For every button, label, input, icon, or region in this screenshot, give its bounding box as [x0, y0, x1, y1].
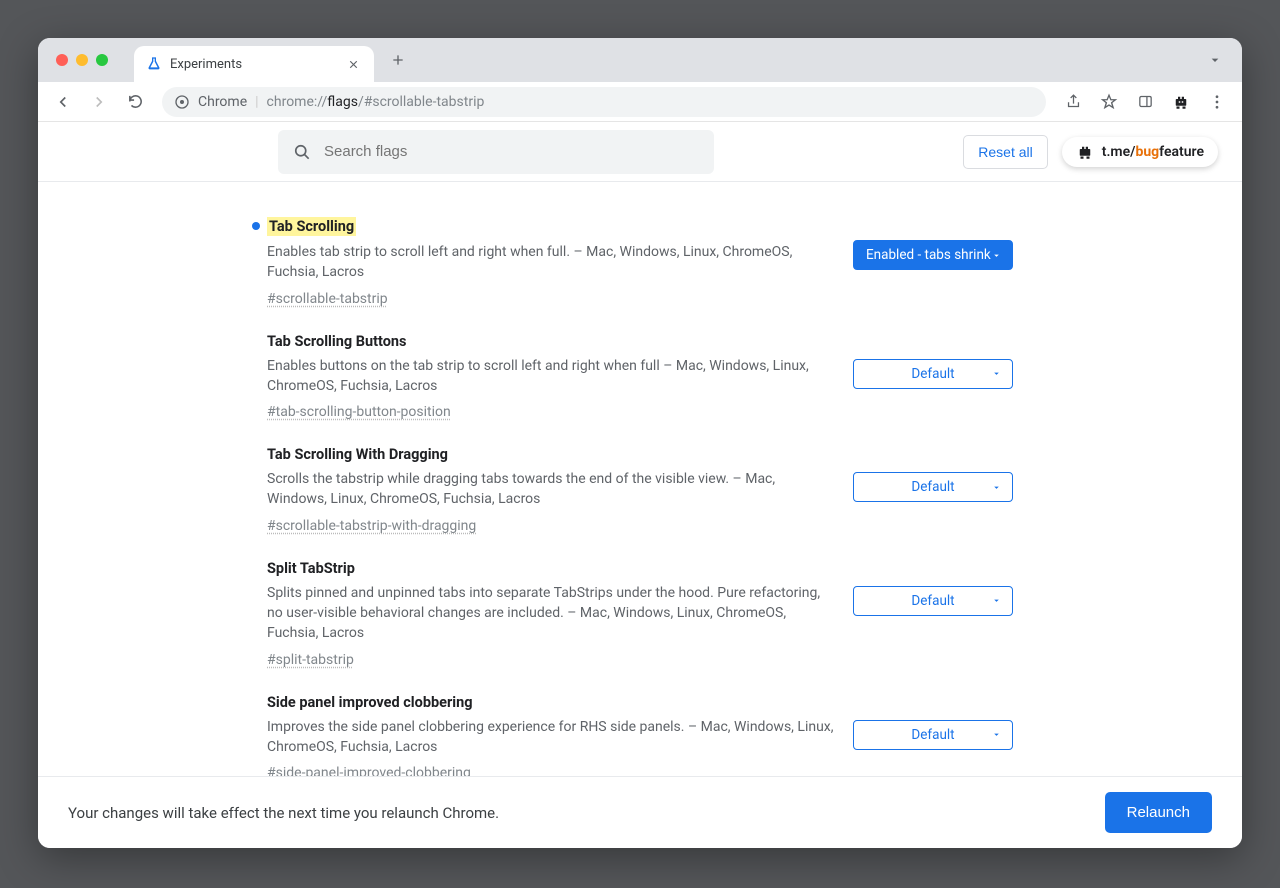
- extension-icon[interactable]: [1166, 87, 1196, 117]
- search-icon: [292, 142, 312, 162]
- flag-select[interactable]: Default: [853, 720, 1013, 750]
- flag-item: Split TabStrip Splits pinned and unpinne…: [267, 546, 1013, 680]
- flag-item: Tab Scrolling Buttons Enables buttons on…: [267, 319, 1013, 433]
- flag-select-value: Enabled - tabs shrink: [866, 247, 991, 263]
- flag-title: Tab Scrolling Buttons: [267, 333, 407, 350]
- flag-item: Side panel improved clobbering Improves …: [267, 680, 1013, 776]
- tab-strip: Experiments: [38, 38, 1242, 82]
- tab-title: Experiments: [170, 57, 344, 72]
- flask-icon: [146, 56, 162, 72]
- chevron-down-icon: [991, 482, 1002, 493]
- flag-description: Improves the side panel clobbering exper…: [267, 717, 837, 758]
- site-info-icon[interactable]: [174, 94, 190, 110]
- tab-list-dropdown[interactable]: [1200, 38, 1230, 82]
- flag-hash-link[interactable]: #scrollable-tabstrip-with-dragging: [267, 518, 476, 534]
- bookmark-icon[interactable]: [1094, 87, 1124, 117]
- flag-select[interactable]: Enabled - tabs shrink: [853, 240, 1013, 270]
- side-panel-icon[interactable]: [1130, 87, 1160, 117]
- relaunch-button[interactable]: Relaunch: [1105, 792, 1212, 833]
- flag-description: Enables buttons on the tab strip to scro…: [267, 356, 837, 397]
- flag-description: Scrolls the tabstrip while dragging tabs…: [267, 469, 837, 510]
- modified-indicator-icon: [252, 222, 260, 230]
- reset-all-button[interactable]: Reset all: [963, 135, 1047, 169]
- close-window-button[interactable]: [56, 54, 68, 66]
- flags-header: Reset all t.me/bugfeature: [38, 122, 1242, 182]
- flag-hash-link[interactable]: #scrollable-tabstrip: [267, 291, 388, 307]
- forward-button[interactable]: [84, 87, 114, 117]
- minimize-window-button[interactable]: [76, 54, 88, 66]
- close-tab-button[interactable]: [344, 55, 362, 73]
- menu-icon[interactable]: [1202, 87, 1232, 117]
- share-icon[interactable]: [1058, 87, 1088, 117]
- browser-window: Experiments Chrome | c: [38, 38, 1242, 848]
- flag-select-value: Default: [911, 727, 954, 743]
- chevron-down-icon: [991, 595, 1002, 606]
- flag-title: Side panel improved clobbering: [267, 694, 473, 711]
- flag-select[interactable]: Default: [853, 472, 1013, 502]
- flag-select[interactable]: Default: [853, 586, 1013, 616]
- address-bar[interactable]: Chrome | chrome://flags/#scrollable-tabs…: [162, 87, 1046, 117]
- toolbar: Chrome | chrome://flags/#scrollable-tabs…: [38, 82, 1242, 122]
- flag-description: Enables tab strip to scroll left and rig…: [267, 242, 837, 283]
- flag-item: Tab Scrolling With Dragging Scrolls the …: [267, 432, 1013, 546]
- flag-select[interactable]: Default: [853, 359, 1013, 389]
- omnibox-scheme-label: Chrome: [198, 94, 247, 110]
- flag-select-value: Default: [911, 366, 954, 382]
- maximize-window-button[interactable]: [96, 54, 108, 66]
- bugfeature-badge[interactable]: t.me/bugfeature: [1062, 137, 1218, 167]
- browser-tab[interactable]: Experiments: [134, 46, 374, 82]
- flag-description: Splits pinned and unpinned tabs into sep…: [267, 583, 837, 644]
- back-button[interactable]: [48, 87, 78, 117]
- flag-title: Split TabStrip: [267, 560, 355, 577]
- chevron-down-icon: [991, 729, 1002, 740]
- flag-title: Tab Scrolling: [267, 217, 356, 236]
- footer-message: Your changes will take effect the next t…: [68, 804, 499, 822]
- page-content: Reset all t.me/bugfeature Tab Scrolling …: [38, 122, 1242, 776]
- flag-select-value: Default: [911, 479, 954, 495]
- flag-title: Tab Scrolling With Dragging: [267, 446, 448, 463]
- search-flags-box[interactable]: [278, 130, 714, 174]
- omnibox-url: chrome://flags/#scrollable-tabstrip: [267, 94, 485, 110]
- flag-hash-link[interactable]: #side-panel-improved-clobbering: [267, 765, 471, 776]
- flag-select-value: Default: [911, 593, 954, 609]
- window-controls: [50, 54, 116, 66]
- flag-hash-link[interactable]: #split-tabstrip: [267, 652, 354, 668]
- search-input[interactable]: [324, 143, 700, 160]
- new-tab-button[interactable]: [384, 46, 412, 74]
- reload-button[interactable]: [120, 87, 150, 117]
- flag-hash-link[interactable]: #tab-scrolling-button-position: [267, 404, 451, 420]
- chevron-down-icon: [991, 368, 1002, 379]
- flag-item: Tab Scrolling Enables tab strip to scrol…: [267, 204, 1013, 319]
- chevron-down-icon: [991, 250, 1002, 261]
- relaunch-footer: Your changes will take effect the next t…: [38, 776, 1242, 848]
- flags-list: Tab Scrolling Enables tab strip to scrol…: [38, 182, 1242, 776]
